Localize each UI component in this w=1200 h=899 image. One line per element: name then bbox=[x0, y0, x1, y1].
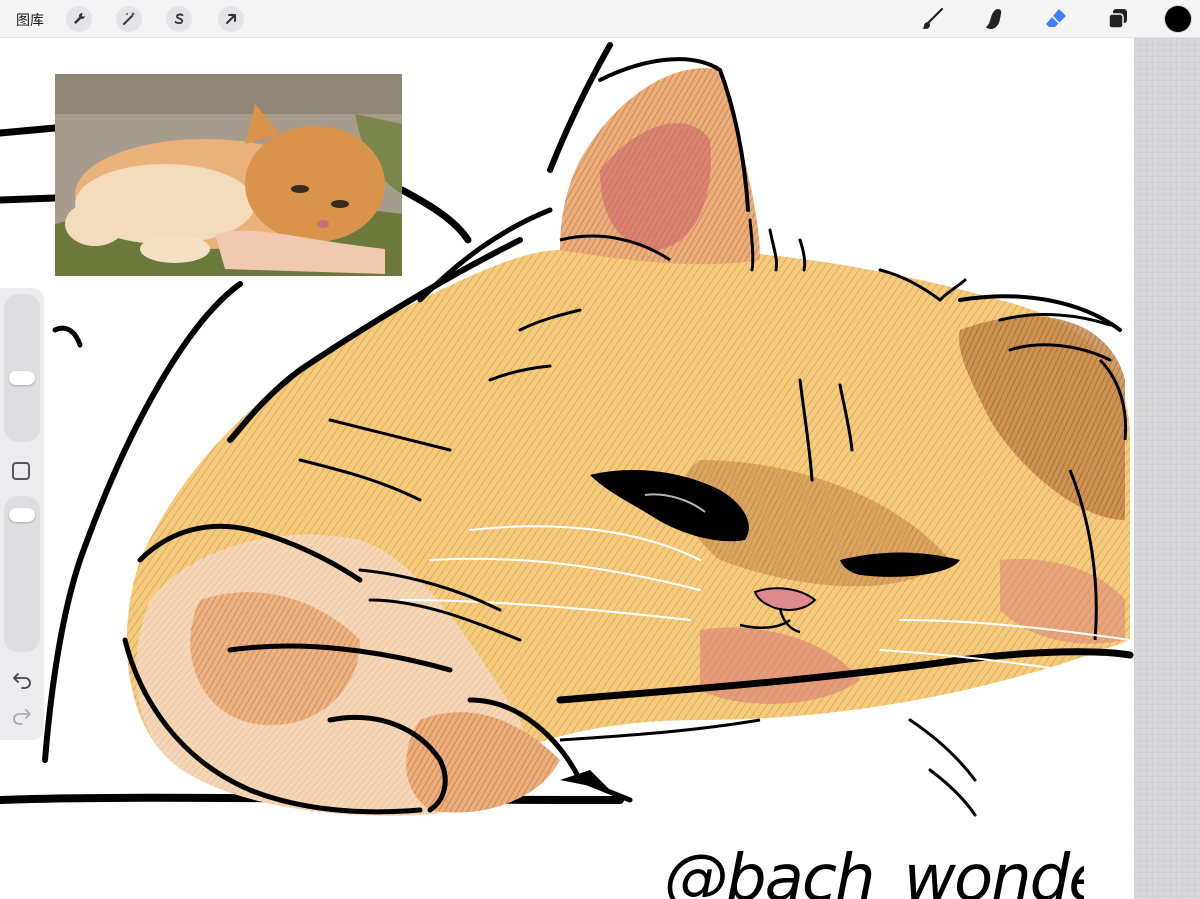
cat-photo bbox=[55, 74, 402, 276]
layers-icon[interactable] bbox=[1103, 4, 1133, 34]
opacity-slider[interactable] bbox=[4, 496, 40, 652]
smudge-finger-icon[interactable] bbox=[980, 4, 1010, 34]
left-sidebar bbox=[0, 288, 44, 740]
eraser-icon[interactable] bbox=[1041, 4, 1071, 34]
canvas-background-margin bbox=[1134, 38, 1200, 899]
opacity-thumb[interactable] bbox=[9, 508, 35, 522]
brush-icon[interactable] bbox=[918, 4, 948, 34]
signature-watermark: @bach_wonder bbox=[664, 842, 1084, 899]
arrow-cursor-icon[interactable] bbox=[218, 6, 244, 32]
brush-size-thumb[interactable] bbox=[9, 371, 35, 385]
wrench-icon[interactable] bbox=[66, 6, 92, 32]
brush-size-slider[interactable] bbox=[4, 294, 40, 442]
top-toolbar: 图库 bbox=[0, 0, 1200, 38]
magic-wand-icon[interactable] bbox=[116, 6, 142, 32]
gallery-button[interactable]: 图库 bbox=[16, 10, 44, 30]
selection-s-icon[interactable] bbox=[166, 6, 192, 32]
svg-text:@bach_wonder: @bach_wonder bbox=[664, 842, 1084, 899]
redo-icon[interactable] bbox=[10, 706, 34, 730]
undo-icon[interactable] bbox=[10, 670, 34, 694]
square-icon[interactable] bbox=[12, 462, 30, 480]
reference-photo-window[interactable] bbox=[55, 74, 402, 276]
color-picker-button[interactable] bbox=[1165, 6, 1191, 32]
